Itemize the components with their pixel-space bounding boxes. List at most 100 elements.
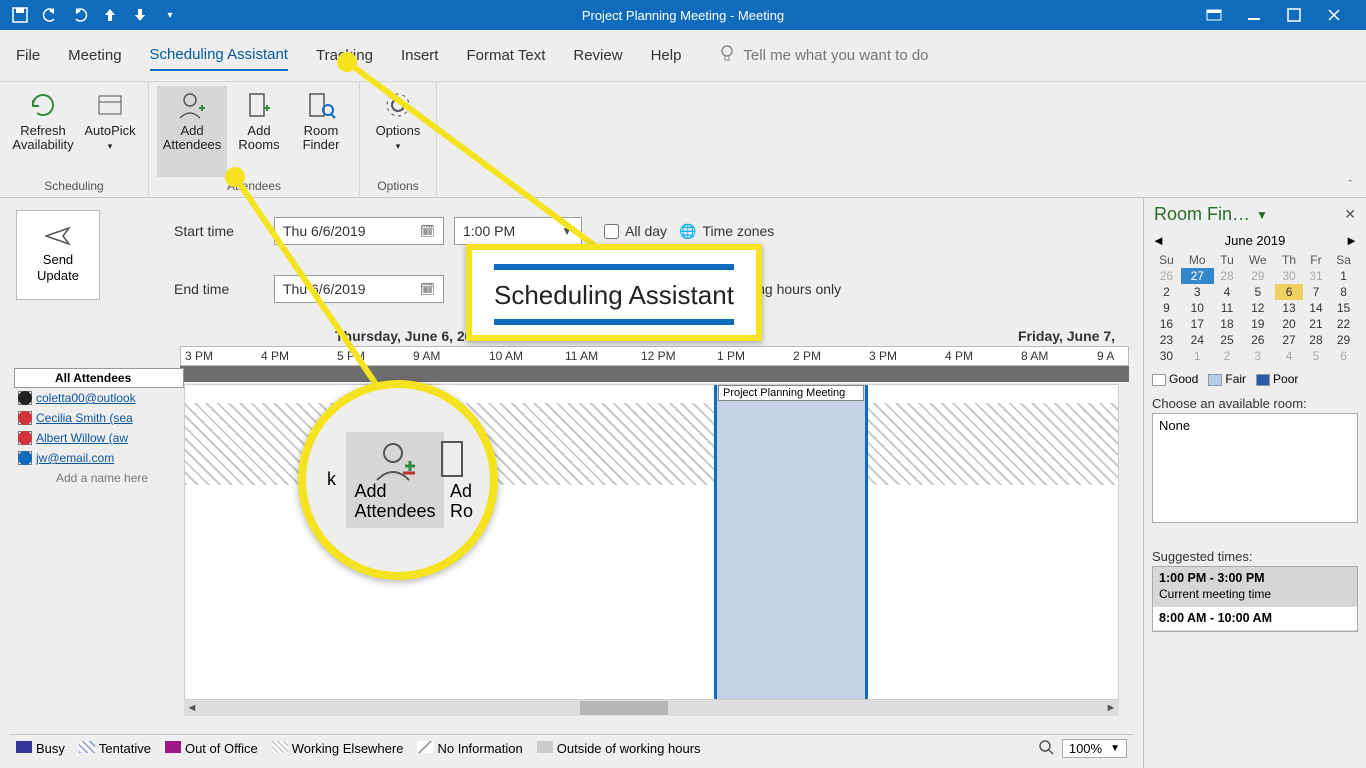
- title-bar: ▾ Project Planning Meeting - Meeting: [0, 0, 1366, 30]
- tab-insert[interactable]: Insert: [401, 41, 439, 70]
- collapse-ribbon-icon[interactable]: ˆ: [1348, 179, 1352, 191]
- room-list-none: None: [1159, 418, 1190, 433]
- hour-ruler: 3 PM 4 PM 5 PM 9 AM 10 AM 11 AM 12 PM 1 …: [180, 346, 1129, 366]
- end-time-label: End time: [174, 281, 274, 297]
- options-button[interactable]: Options ▾: [368, 86, 428, 177]
- hour-label: 9 AM: [413, 349, 440, 363]
- attendees-header: All Attendees: [14, 368, 184, 388]
- availability-legend: Busy Tentative Out of Office Working Els…: [10, 734, 1133, 762]
- all-day-checkbox[interactable]: All day: [604, 223, 667, 239]
- next-month-icon[interactable]: ►: [1345, 233, 1358, 248]
- scrollbar-thumb[interactable]: [580, 701, 668, 715]
- attendee-name[interactable]: jw@email.com: [36, 451, 114, 465]
- scroll-right-icon[interactable]: ►: [1103, 702, 1119, 714]
- tab-format-text[interactable]: Format Text: [466, 41, 545, 70]
- required-icon: [18, 411, 32, 425]
- tab-meeting[interactable]: Meeting: [68, 41, 121, 70]
- hour-label: 4 PM: [945, 349, 973, 363]
- chevron-down-icon[interactable]: ▼: [1110, 743, 1120, 754]
- scroll-left-icon[interactable]: ◄: [184, 702, 200, 714]
- add-rooms-button[interactable]: Add Rooms: [229, 86, 289, 177]
- chevron-down-icon: ▾: [108, 142, 113, 152]
- end-date-input[interactable]: Thu 6/6/2019 🗓: [274, 275, 444, 303]
- suggested-times-label: Suggested times:: [1144, 545, 1366, 566]
- send-icon: [45, 226, 71, 246]
- close-pane-icon[interactable]: ✕: [1344, 206, 1356, 223]
- send-update-button[interactable]: Send Update: [16, 210, 100, 300]
- attendee-name[interactable]: Cecilia Smith (sea: [36, 411, 133, 425]
- add-room-icon: [244, 90, 274, 120]
- start-time-input[interactable]: 1:00 PM ▼: [454, 217, 582, 245]
- calendar-icon[interactable]: 🗓: [420, 282, 435, 296]
- legend-tentative: Tentative: [99, 741, 151, 756]
- refresh-availability-button[interactable]: Refresh Availability: [8, 86, 78, 177]
- qat-dropdown-icon[interactable]: ▾: [162, 7, 178, 23]
- maximize-icon[interactable]: [1286, 7, 1302, 23]
- mini-calendar[interactable]: ◄ June 2019 ► SuMoTuWeThFrSa 26272829303…: [1144, 231, 1366, 366]
- legend-outside: Outside of working hours: [557, 741, 701, 756]
- legend-ooo: Out of Office: [185, 741, 258, 756]
- room-finder-label: Room Finder: [303, 124, 340, 153]
- legend-working-elsewhere: Working Elsewhere: [292, 741, 404, 756]
- suggested-times-list: 1:00 PM - 3:00 PMCurrent meeting time 8:…: [1152, 566, 1358, 632]
- attendee-panel: All Attendees ✓coletta00@outlook ✓Cecili…: [14, 368, 184, 488]
- attendee-name[interactable]: Albert Willow (aw: [36, 431, 128, 445]
- minimize-icon[interactable]: [1246, 7, 1262, 23]
- tell-me-search[interactable]: Tell me what you want to do: [719, 44, 928, 68]
- refresh-icon: [28, 90, 58, 120]
- required-icon: [18, 431, 32, 445]
- legend-no-info: No Information: [437, 741, 522, 756]
- group-attendees-label: Attendees: [157, 177, 351, 195]
- room-finder-button[interactable]: Room Finder: [291, 86, 351, 177]
- add-attendee-icon: [177, 90, 207, 120]
- autopick-label: AutoPick: [84, 124, 135, 138]
- callout-add-attendees-button: Add Attendees: [346, 432, 443, 528]
- add-attendee-icon: [373, 438, 417, 482]
- lightbulb-icon: [719, 44, 735, 68]
- globe-icon: 🌐: [679, 223, 696, 240]
- chevron-down-icon[interactable]: ▼: [1256, 208, 1268, 222]
- attendee-row[interactable]: ✓coletta00@outlook: [14, 388, 184, 408]
- zoom-control[interactable]: 100%▼: [1038, 739, 1127, 758]
- undo-icon[interactable]: [42, 7, 58, 23]
- chevron-down-icon[interactable]: ▼: [561, 224, 573, 238]
- time-zones-button[interactable]: 🌐 Time zones: [679, 223, 774, 240]
- room-list[interactable]: None: [1152, 413, 1358, 523]
- ribbon-display-icon[interactable]: [1206, 7, 1222, 23]
- add-attendees-button[interactable]: Add Attendees: [157, 86, 227, 177]
- attendee-name[interactable]: coletta00@outlook: [36, 391, 136, 405]
- options-label: Options: [376, 124, 421, 138]
- redo-icon[interactable]: [72, 7, 88, 23]
- meeting-block[interactable]: Project Planning Meeting: [716, 385, 866, 699]
- start-date-input[interactable]: Thu 6/6/2019 🗓: [274, 217, 444, 245]
- prev-month-icon[interactable]: ◄: [1152, 233, 1165, 248]
- calendar-month: June 2019: [1225, 233, 1286, 248]
- attendee-row[interactable]: ✓Albert Willow (aw: [14, 428, 184, 448]
- hour-label: 9 A: [1097, 349, 1114, 363]
- tab-file[interactable]: File: [16, 41, 40, 70]
- horizontal-scrollbar[interactable]: ◄ ►: [184, 700, 1119, 716]
- all-day-label: All day: [625, 223, 667, 239]
- autopick-button[interactable]: AutoPick ▾: [80, 86, 140, 177]
- search-icon: [1038, 739, 1054, 758]
- calendar-icon[interactable]: 🗓: [420, 224, 435, 238]
- tab-scheduling-assistant[interactable]: Scheduling Assistant: [150, 40, 288, 71]
- save-icon[interactable]: [12, 7, 28, 23]
- ribbon: Refresh Availability AutoPick ▾ Scheduli…: [0, 82, 1366, 198]
- organizer-icon: [18, 391, 32, 405]
- start-time-label: Start time: [174, 223, 274, 239]
- close-icon[interactable]: [1326, 7, 1342, 23]
- working-hours-label: ing hours only: [754, 281, 841, 297]
- add-attendee-hint[interactable]: Add a name here: [14, 468, 184, 488]
- suggested-time[interactable]: 1:00 PM - 3:00 PMCurrent meeting time: [1153, 567, 1357, 607]
- room-finder-icon: [306, 90, 336, 120]
- callout-right-fragment: Ad Ro: [444, 432, 480, 528]
- attendee-row[interactable]: ✓jw@email.com: [14, 448, 184, 468]
- attendee-row[interactable]: ✓Cecilia Smith (sea: [14, 408, 184, 428]
- suggested-time[interactable]: 8:00 AM - 10:00 AM: [1153, 607, 1357, 632]
- arrow-up-icon[interactable]: [102, 7, 118, 23]
- arrow-down-icon[interactable]: [132, 7, 148, 23]
- tab-help[interactable]: Help: [651, 41, 682, 70]
- tab-review[interactable]: Review: [573, 41, 622, 70]
- hour-label: 2 PM: [793, 349, 821, 363]
